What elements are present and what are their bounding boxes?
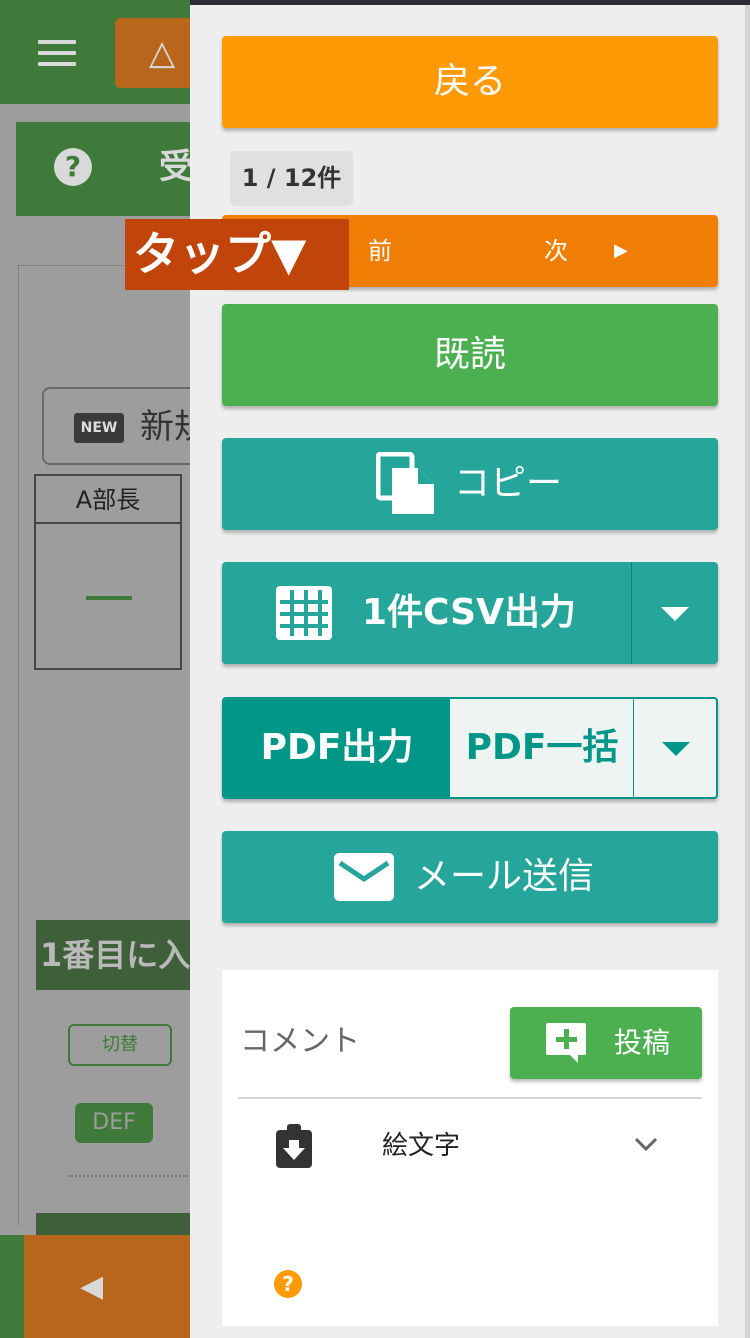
section-title: 1番目に入 [36,920,190,990]
clipboard-download-icon[interactable] [274,1124,314,1168]
caret-down-icon [661,607,689,621]
new-badge-icon: NEW [74,413,124,443]
new-button[interactable]: NEW 新規 [42,387,190,465]
def-badge: DEF [75,1103,153,1143]
tap-annotation: タップ▼ [125,219,349,290]
warning-icon: △ [149,33,176,73]
pdf-bulk-button[interactable]: PDF一括 [450,699,634,797]
mark-read-button[interactable]: 既読 [222,304,718,406]
chevron-down-icon[interactable] [632,1130,660,1158]
divider [68,1175,188,1177]
bottom-bar: ◀ [0,1235,190,1338]
chevron-left-icon: ◀ [80,1269,104,1304]
back-button[interactable]: 戻る [222,36,718,128]
caret-down-icon [662,742,690,756]
send-mail-label: メール送信 [414,856,595,897]
post-comment-label: 投稿 [614,1026,671,1059]
divider [238,1097,702,1099]
switch-button[interactable]: 切替 [68,1024,172,1066]
new-button-label: 新規 [140,407,190,447]
drawer-scrollbar[interactable] [745,5,750,1338]
back-nav-button[interactable]: ◀ [24,1235,190,1338]
csv-export-label: 1件CSV出力 [362,592,576,633]
comment-title: コメント [240,1024,360,1059]
help-icon[interactable]: ? [54,148,92,186]
chevron-right-icon: ▶ [614,240,628,261]
help-bar: ? 受 [16,122,190,216]
copy-label: コピー [454,463,563,504]
post-comment-button[interactable]: 投稿 [510,1007,702,1079]
background-page: ? 受 NEW 新規 A部長 1番目に入 切替 DEF ◀ [0,0,190,1338]
copy-icon [376,452,434,514]
prev-button[interactable]: 前 [368,215,392,287]
grid-icon [276,586,332,640]
comment-add-icon [546,1023,586,1063]
send-mail-button[interactable]: メール送信 [222,831,718,923]
record-counter: 1 / 12件 [230,151,353,206]
mail-icon [334,853,394,901]
drawer-top-border [190,0,750,5]
approval-table: A部長 [34,474,182,670]
csv-dropdown-toggle[interactable] [632,562,718,664]
next-button[interactable]: 次 [544,215,568,287]
copy-button[interactable]: コピー [222,438,718,530]
approval-table-header: A部長 [36,476,180,524]
pdf-export-button[interactable]: PDF出力 [224,699,450,797]
approval-empty-mark [86,596,132,600]
csv-export-button[interactable]: 1件CSV出力 [222,562,718,664]
hamburger-icon[interactable] [38,40,76,68]
pdf-button-group: PDF出力 PDF一括 [222,697,718,799]
help-icon[interactable]: ? [274,1270,302,1298]
pdf-dropdown-toggle[interactable] [634,699,716,797]
help-bar-text: 受 [159,147,190,187]
emoji-selector[interactable]: 絵文字 [382,1126,460,1166]
comment-panel: コメント 投稿 絵文字 ? [222,970,718,1326]
